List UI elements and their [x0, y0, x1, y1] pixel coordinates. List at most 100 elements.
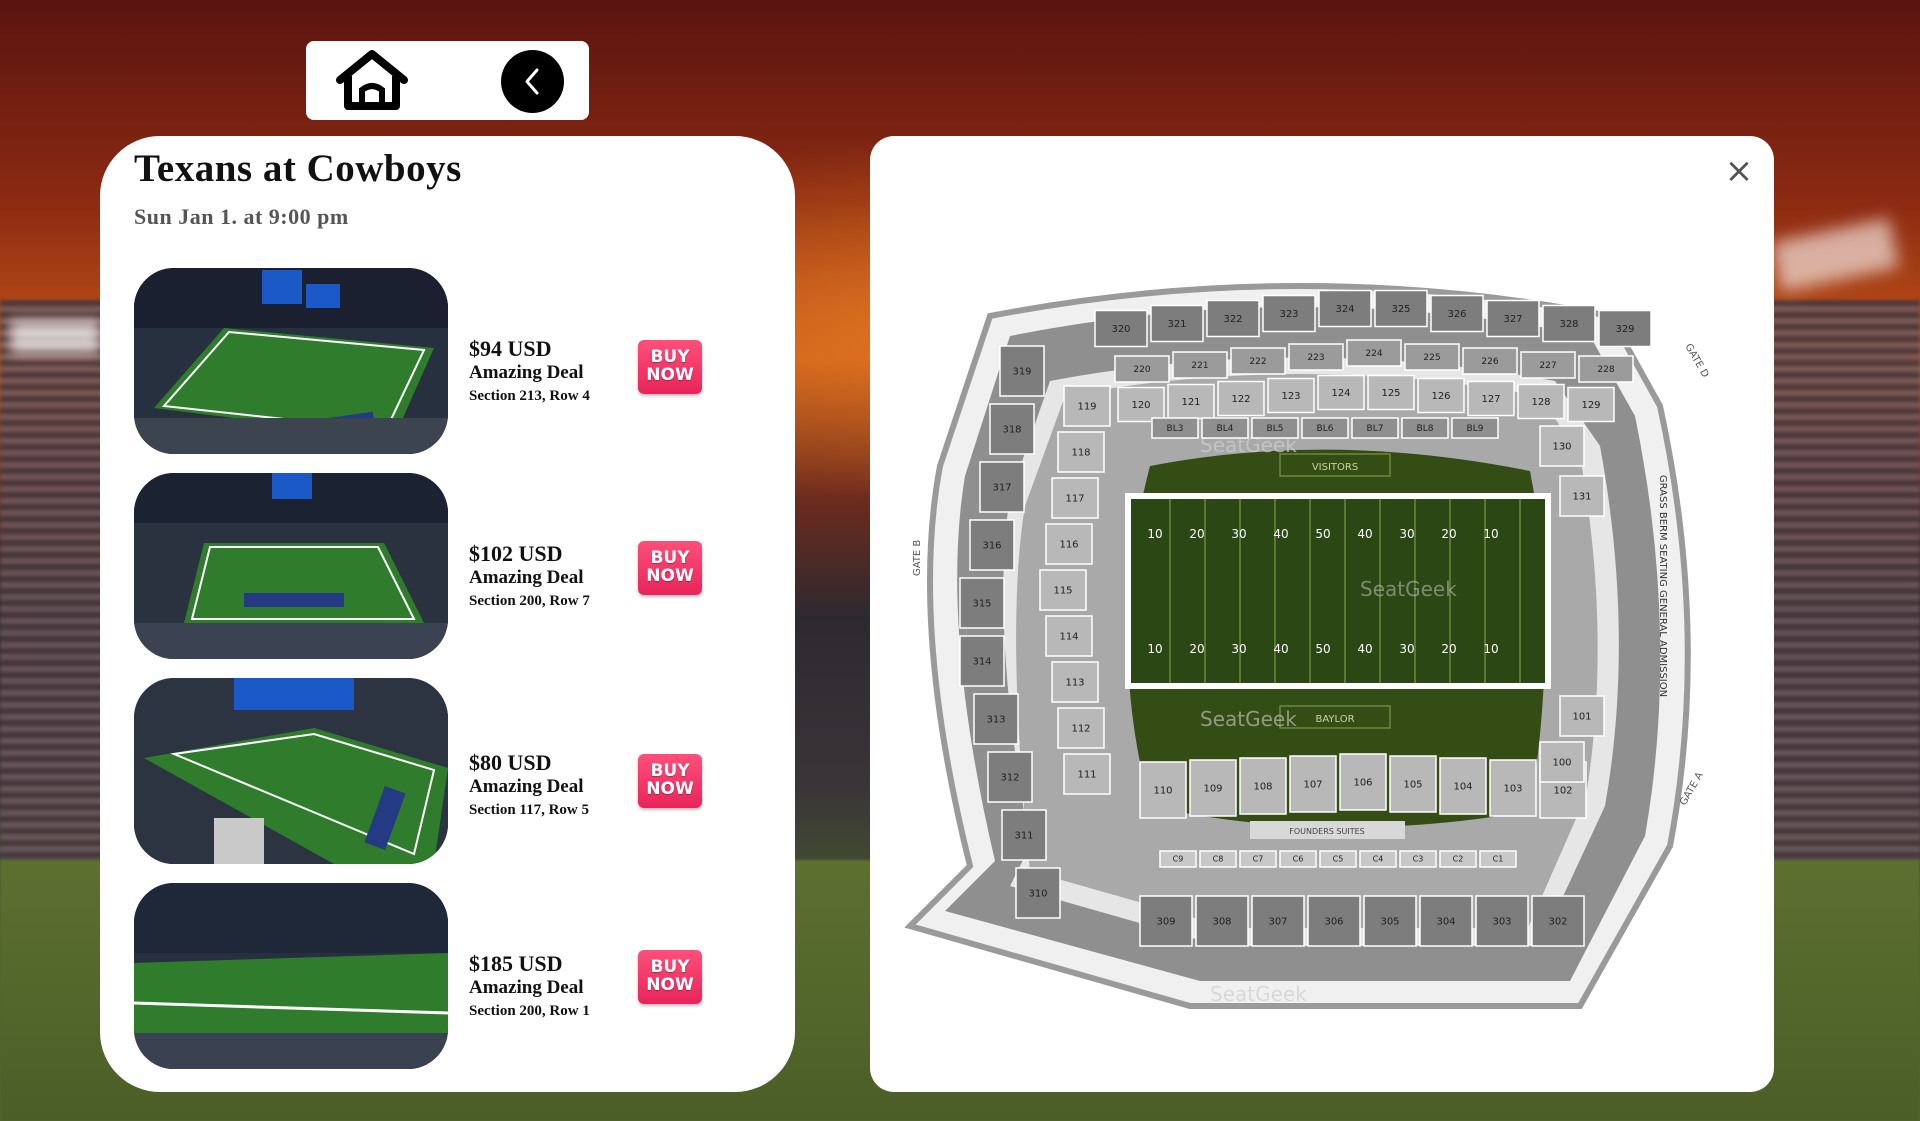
- seat-section-label: 110: [1153, 785, 1172, 796]
- seat-section-label: 228: [1597, 365, 1614, 375]
- ticket-listing: $102 USD Amazing Deal Section 200, Row 7…: [134, 473, 754, 659]
- seat-section-label: 304: [1436, 916, 1455, 927]
- seat-section-label: 225: [1423, 353, 1440, 363]
- close-button[interactable]: ×: [1722, 154, 1756, 188]
- seat-section-label: 107: [1303, 779, 1322, 790]
- yard-label: 40: [1357, 642, 1372, 656]
- seat-section-label: 119: [1077, 401, 1096, 412]
- seat-section-label: 100: [1552, 757, 1571, 768]
- seat-section-label: 224: [1365, 349, 1382, 359]
- yard-label: 30: [1231, 527, 1246, 541]
- seat-section-label: 315: [972, 598, 991, 609]
- seat-section-label: 128: [1531, 397, 1550, 408]
- founders-suites-label: FOUNDERS SUITES: [1289, 827, 1364, 836]
- seat-section-label: BL5: [1267, 424, 1284, 434]
- seat-section-label: 323: [1279, 309, 1298, 320]
- seat-section-label: 303: [1492, 916, 1511, 927]
- seat-section-label: 113: [1065, 677, 1084, 688]
- visitors-label: VISITORS: [1312, 462, 1358, 473]
- home-icon: [336, 50, 408, 110]
- seat-section-label: BL3: [1167, 424, 1184, 434]
- seat-section-label: 126: [1431, 391, 1450, 402]
- yard-label: 10: [1483, 642, 1498, 656]
- seat-section-label: C1: [1493, 855, 1504, 864]
- watermark: SeatGeek: [1210, 982, 1307, 1006]
- yard-label: 50: [1315, 527, 1330, 541]
- seat-section-label: 328: [1559, 319, 1578, 330]
- buy-now-button[interactable]: BUY NOW: [638, 950, 702, 1004]
- yard-label: 20: [1441, 527, 1456, 541]
- seat-section-label: 123: [1281, 391, 1300, 402]
- seat-section-label: 112: [1071, 723, 1090, 734]
- box-sections[interactable]: BL3 BL4 BL5 BL6 BL7 BL8 BL9: [1151, 417, 1499, 439]
- buy-now-button[interactable]: BUY NOW: [638, 754, 702, 808]
- seat-view-image: [134, 678, 448, 864]
- seat-section-label: 223: [1307, 353, 1324, 363]
- ticket-section: Section 200, Row 1: [469, 1003, 590, 1019]
- ticket-price: $185 USD: [469, 951, 563, 976]
- seat-section-label: BL9: [1467, 424, 1484, 434]
- event-title: Texans at Cowboys: [134, 147, 462, 190]
- seat-section-label: 308: [1212, 916, 1231, 927]
- yard-labels-bottom: 10 20 30 40 50 40 30 20 10: [1147, 642, 1498, 656]
- seat-view-image: [134, 268, 448, 454]
- seat-section-label: 326: [1447, 309, 1466, 320]
- yard-label: 30: [1399, 527, 1414, 541]
- club-sections[interactable]: C9 C8 C7 C6 C5 C4 C3 C2 C1: [1159, 850, 1517, 868]
- buy-now-button[interactable]: BUY NOW: [638, 340, 702, 394]
- seat-section-label: 327: [1503, 314, 1522, 325]
- seat-section-label: 318: [1002, 424, 1021, 435]
- seat-section-label: 125: [1381, 388, 1400, 399]
- home-side-label: BAYLOR: [1315, 714, 1354, 725]
- seat-section-label: 129: [1581, 400, 1600, 411]
- seat-section-label: 321: [1167, 319, 1186, 330]
- seat-section-label: 226: [1481, 357, 1498, 367]
- seat-section-label: 102: [1553, 785, 1572, 796]
- ticket-listing: $94 USD Amazing Deal Section 213, Row 4 …: [134, 268, 754, 454]
- seat-section-label: 130: [1552, 441, 1571, 452]
- seat-section-label: 114: [1059, 631, 1078, 642]
- seat-section-label: 122: [1231, 394, 1250, 405]
- seat-section-label: 310: [1028, 888, 1047, 899]
- seat-section-label: 309: [1156, 916, 1175, 927]
- seat-section-label: 317: [992, 482, 1011, 493]
- seat-section-label: 131: [1572, 491, 1591, 502]
- seat-section-label: 118: [1071, 447, 1090, 458]
- seat-section-label: 306: [1324, 916, 1343, 927]
- yard-label: 50: [1315, 642, 1330, 656]
- chevron-left-icon: [525, 68, 539, 95]
- seat-view-image: [134, 883, 448, 1069]
- ticket-listing: $185 USD Amazing Deal Section 200, Row 1…: [134, 883, 754, 1069]
- seat-section-label: 313: [986, 714, 1005, 725]
- seat-section-label: 127: [1481, 394, 1500, 405]
- yard-label: 40: [1357, 527, 1372, 541]
- ticket-deal: Amazing Deal: [469, 776, 584, 797]
- lower-bottom-sections[interactable]: 110 109 108 107 106 105 104 103 102: [1139, 753, 1587, 819]
- ticket-listing: $80 USD Amazing Deal Section 117, Row 5 …: [134, 678, 754, 864]
- seat-section-label: 302: [1548, 916, 1567, 927]
- seat-section-label: BL8: [1417, 424, 1434, 434]
- seat-section-label: 120: [1131, 400, 1150, 411]
- yard-label: 10: [1147, 527, 1162, 541]
- stadium-seat-map[interactable]: VISITORS BAYLOR 10 20 30 40 50 40 30 20 10 10 20 3…: [900, 206, 1740, 1026]
- ticket-section: Section 200, Row 7: [469, 593, 590, 609]
- seat-section-label: 121: [1181, 397, 1200, 408]
- buy-now-button[interactable]: BUY NOW: [638, 541, 702, 595]
- ticket-price: $94 USD: [469, 336, 552, 361]
- home-button[interactable]: [332, 50, 412, 112]
- seat-section-label: C3: [1413, 855, 1424, 864]
- watermark: SeatGeek: [1200, 707, 1297, 731]
- ticket-section: Section 117, Row 5: [469, 802, 589, 818]
- seat-section-label: 108: [1253, 781, 1272, 792]
- yard-labels-top: 10 20 30 40 50 40 30 20 10: [1147, 527, 1498, 541]
- seat-map-panel: × VISITORS BAYLOR 10 20 30 40 50 40 30 20 10 10 2…: [870, 136, 1774, 1092]
- yard-label: 10: [1147, 642, 1162, 656]
- top-nav: [306, 41, 589, 120]
- seat-section-label: 227: [1539, 361, 1556, 371]
- seat-section-label: 117: [1065, 493, 1084, 504]
- seat-section-label: 101: [1572, 711, 1591, 722]
- seat-section-label: 314: [972, 656, 991, 667]
- seat-section-label: 305: [1380, 916, 1399, 927]
- back-button[interactable]: [501, 50, 564, 113]
- seat-section-label: C2: [1453, 855, 1464, 864]
